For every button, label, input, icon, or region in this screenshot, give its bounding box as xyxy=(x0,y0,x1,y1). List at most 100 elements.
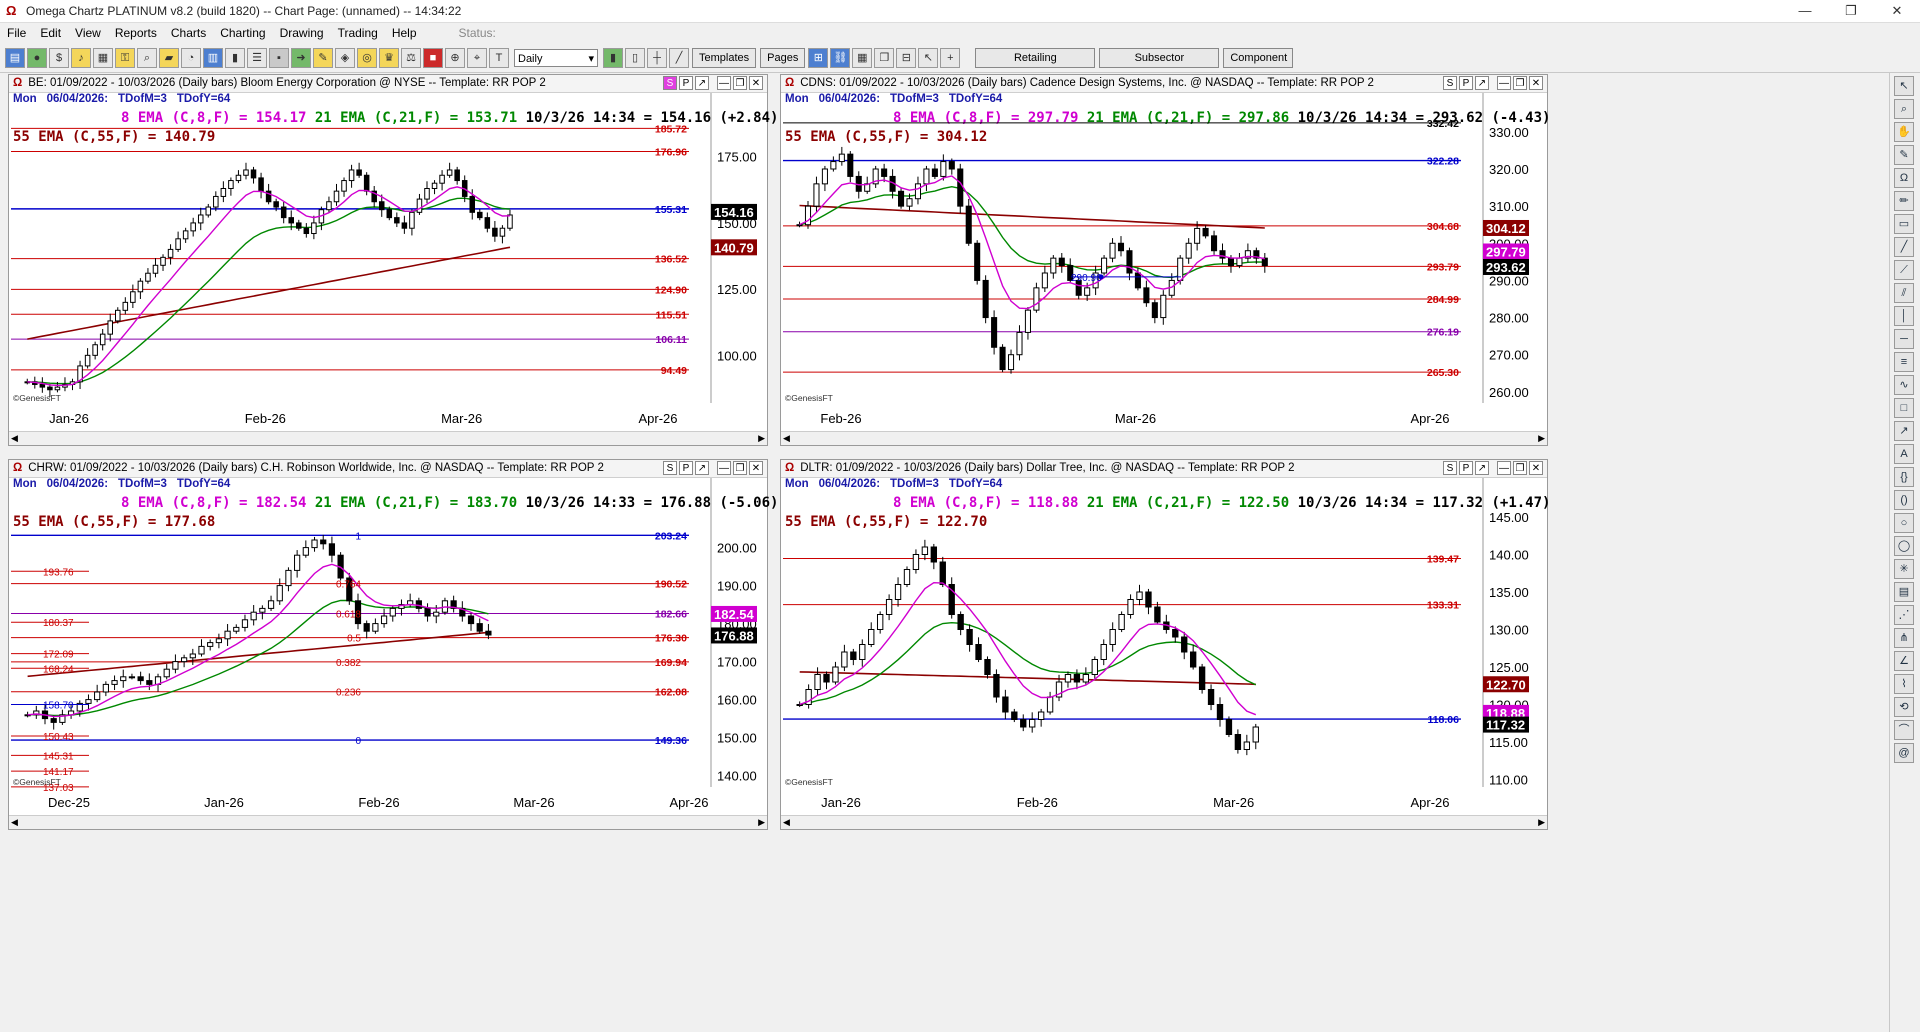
compass-icon[interactable]: ◈ xyxy=(335,48,355,68)
price-chart-cdns[interactable]: 332.42 322.28 304.68 293.79 284.99 276.19 265.… xyxy=(781,75,1547,445)
pitchfork-tool-icon[interactable]: ⋔ xyxy=(1894,628,1914,648)
crosshair-icon[interactable]: ⌖ xyxy=(467,48,487,68)
scroll-left-icon[interactable]: ◀ xyxy=(783,432,790,445)
zoom-tool-icon[interactable]: ⌕ xyxy=(1894,99,1914,119)
chart-icon[interactable]: ▤ xyxy=(5,48,25,68)
arrow-up-tool-icon[interactable]: ↗ xyxy=(1894,421,1914,441)
horizontal-scrollbar[interactable]: ◀ ▶ xyxy=(9,815,767,829)
bars-icon[interactable]: ▮ xyxy=(225,48,245,68)
menu-charts[interactable]: Charts xyxy=(164,26,213,40)
chart-pane-dltr[interactable]: Ω DLTR: 01/09/2022 - 10/03/2026 (Daily ba… xyxy=(780,459,1550,830)
zigzag-tool-icon[interactable]: ⌇ xyxy=(1894,674,1914,694)
scroll-left-icon[interactable]: ◀ xyxy=(11,816,18,829)
list-icon[interactable]: ☰ xyxy=(247,48,267,68)
horizontal-scrollbar[interactable]: ◀ ▶ xyxy=(9,431,767,445)
trendline-tool-icon[interactable]: ╱ xyxy=(1894,237,1914,257)
pencil-icon[interactable]: ✎ xyxy=(313,48,333,68)
bell-icon[interactable]: ♪ xyxy=(71,48,91,68)
trophy-icon[interactable]: ♛ xyxy=(379,48,399,68)
quote-icon[interactable]: $ xyxy=(49,48,69,68)
scroll-left-icon[interactable]: ◀ xyxy=(11,432,18,445)
vline-tool-icon[interactable]: │ xyxy=(1894,306,1914,326)
arc-tool-icon[interactable]: ⌒ xyxy=(1894,720,1914,740)
scale-icon[interactable]: ⚖ xyxy=(401,48,421,68)
key-icon[interactable]: ⚿ xyxy=(115,48,135,68)
close-button[interactable]: ✕ xyxy=(1874,0,1920,22)
templates-button[interactable]: Templates xyxy=(692,48,757,68)
gauge-icon[interactable]: ◔ xyxy=(181,48,201,68)
tile-icon[interactable]: ⊟ xyxy=(896,48,917,68)
coins-icon[interactable]: ◎ xyxy=(357,48,377,68)
angle-tool-icon[interactable]: ∠ xyxy=(1894,651,1914,671)
retailing-button[interactable]: Retailing xyxy=(975,48,1096,68)
circle-tool-icon[interactable]: ○ xyxy=(1894,513,1914,533)
horizontal-scrollbar[interactable]: ◀ ▶ xyxy=(781,815,1547,829)
calc-icon[interactable]: ▪ xyxy=(269,48,289,68)
bar-chart-icon[interactable]: ▮ xyxy=(603,48,623,68)
ray-tool-icon[interactable]: ⟋ xyxy=(1894,260,1914,280)
hline-tool-icon[interactable]: ─ xyxy=(1894,329,1914,349)
cross-icon[interactable]: + xyxy=(940,48,961,68)
search-icon[interactable]: ⌕ xyxy=(137,48,157,68)
paren-tool-icon[interactable]: () xyxy=(1894,490,1914,510)
price-chart-chrw[interactable]: 203.24 190.52 182.66 176.30 169.94 162.08 149.… xyxy=(9,460,767,829)
pages-button[interactable]: Pages xyxy=(760,48,806,68)
fib-tool-icon[interactable]: ≡ xyxy=(1894,352,1914,372)
zoom-icon[interactable]: ⊕ xyxy=(445,48,465,68)
text-tool-side-icon[interactable]: A xyxy=(1894,444,1914,464)
chart-pane-cdns[interactable]: Ω CDNS: 01/09/2022 - 10/03/2026 (Daily ba… xyxy=(780,74,1550,446)
wave-tool-icon[interactable]: ∿ xyxy=(1894,375,1914,395)
folder-icon[interactable]: ▰ xyxy=(159,48,179,68)
hand-tool-icon[interactable]: ✋ xyxy=(1894,122,1914,142)
chart-pane-be[interactable]: Ω BE: 01/09/2022 - 10/03/2026 (Daily bars… xyxy=(8,74,778,446)
minimize-button[interactable]: — xyxy=(1782,0,1828,22)
component-button[interactable]: Component xyxy=(1223,48,1294,68)
restore-button[interactable]: ❐ xyxy=(1828,0,1874,22)
menu-file[interactable]: File xyxy=(0,26,33,40)
bracket-tool-icon[interactable]: {} xyxy=(1894,467,1914,487)
scroll-right-icon[interactable]: ▶ xyxy=(1538,816,1545,829)
table-tool-icon[interactable]: ▤ xyxy=(1894,582,1914,602)
spiral-tool-icon[interactable]: @ xyxy=(1894,743,1914,763)
price-chart-dltr[interactable]: 139.47 133.31 118.06 145.00 140.00 135.00 130.… xyxy=(781,460,1547,829)
menu-reports[interactable]: Reports xyxy=(108,26,164,40)
scroll-left-icon[interactable]: ◀ xyxy=(783,816,790,829)
menu-view[interactable]: View xyxy=(68,26,108,40)
table-icon[interactable]: ▥ xyxy=(203,48,223,68)
grid-icon[interactable]: ▦ xyxy=(93,48,113,68)
pencil-tool-icon[interactable]: ✏ xyxy=(1894,191,1914,211)
brush-tool-icon[interactable]: ✎ xyxy=(1894,145,1914,165)
speedline-tool-icon[interactable]: ⋰ xyxy=(1894,605,1914,625)
channel-tool-icon[interactable]: ⫽ xyxy=(1894,283,1914,303)
menu-help[interactable]: Help xyxy=(385,26,424,40)
ruler-tool-icon[interactable]: ▭ xyxy=(1894,214,1914,234)
link-icon[interactable]: ⛓ xyxy=(830,48,851,68)
grid-small-icon[interactable]: ▦ xyxy=(852,48,873,68)
price-chart-be[interactable]: 185.72 176.96 155.31 136.52 124.90 115.51 106.… xyxy=(9,75,767,445)
menu-edit[interactable]: Edit xyxy=(33,26,68,40)
gann-tool-icon[interactable]: ✳ xyxy=(1894,559,1914,579)
line-chart-icon[interactable]: ╱ xyxy=(669,48,689,68)
omega-tool-icon[interactable]: Ω xyxy=(1894,168,1914,188)
ellipse-tool-icon[interactable]: ◯ xyxy=(1894,536,1914,556)
interval-select[interactable]: Daily xyxy=(514,49,598,68)
menu-drawing[interactable]: Drawing xyxy=(273,26,331,40)
ohlc-icon[interactable]: ┼ xyxy=(647,48,667,68)
arrow-tool-icon[interactable]: ↖ xyxy=(1894,76,1914,96)
traffic-light-icon[interactable]: ● xyxy=(27,48,47,68)
cascade-icon[interactable]: ❐ xyxy=(874,48,895,68)
pointer-icon[interactable]: ↖ xyxy=(918,48,939,68)
chart-pane-chrw[interactable]: Ω CHRW: 01/09/2022 - 10/03/2026 (Daily ba… xyxy=(8,459,778,830)
scroll-right-icon[interactable]: ▶ xyxy=(1538,432,1545,445)
arrow-right-icon[interactable]: ➜ xyxy=(291,48,311,68)
layout-icon[interactable]: ⊞ xyxy=(808,48,829,68)
text-tool-icon[interactable]: T xyxy=(489,48,509,68)
subsector-button[interactable]: Subsector xyxy=(1099,48,1220,68)
menu-charting[interactable]: Charting xyxy=(213,26,272,40)
cycle-tool-icon[interactable]: ⟲ xyxy=(1894,697,1914,717)
horizontal-scrollbar[interactable]: ◀ ▶ xyxy=(781,431,1547,445)
scroll-right-icon[interactable]: ▶ xyxy=(758,432,765,445)
stop-icon[interactable]: ■ xyxy=(423,48,443,68)
scroll-right-icon[interactable]: ▶ xyxy=(758,816,765,829)
menu-trading[interactable]: Trading xyxy=(331,26,385,40)
